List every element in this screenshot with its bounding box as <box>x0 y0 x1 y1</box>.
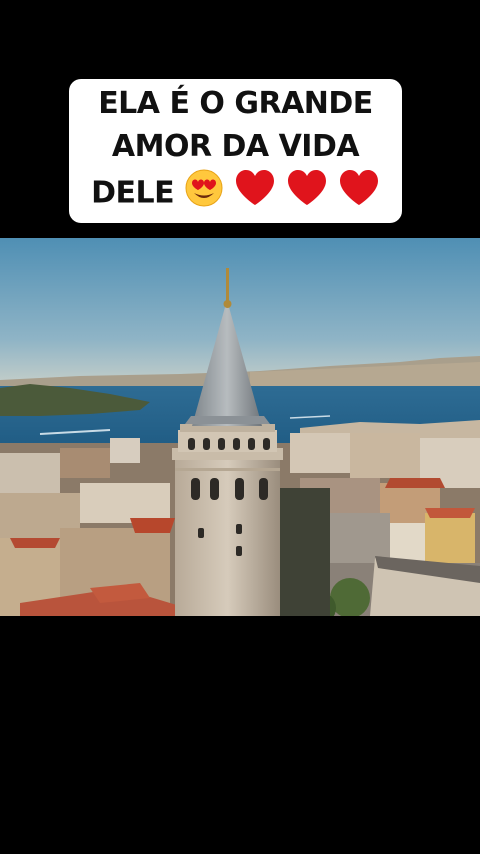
red-heart-icon <box>234 169 276 219</box>
heart-eyes-emoji-icon <box>184 168 224 220</box>
red-heart-icon <box>286 169 328 219</box>
caption-line-2: AMOR DA VIDA <box>111 129 360 164</box>
city-tower-scene <box>0 238 480 616</box>
caption-line-1: ELA É O GRANDE <box>98 86 373 121</box>
video-frame[interactable] <box>0 238 480 616</box>
caption-line-3: DELE <box>91 168 380 220</box>
red-heart-icon <box>338 169 380 219</box>
caption-line-3-text: DELE <box>91 175 175 211</box>
caption-box: ELA É O GRANDE AMOR DA VIDA DELE <box>69 79 402 223</box>
